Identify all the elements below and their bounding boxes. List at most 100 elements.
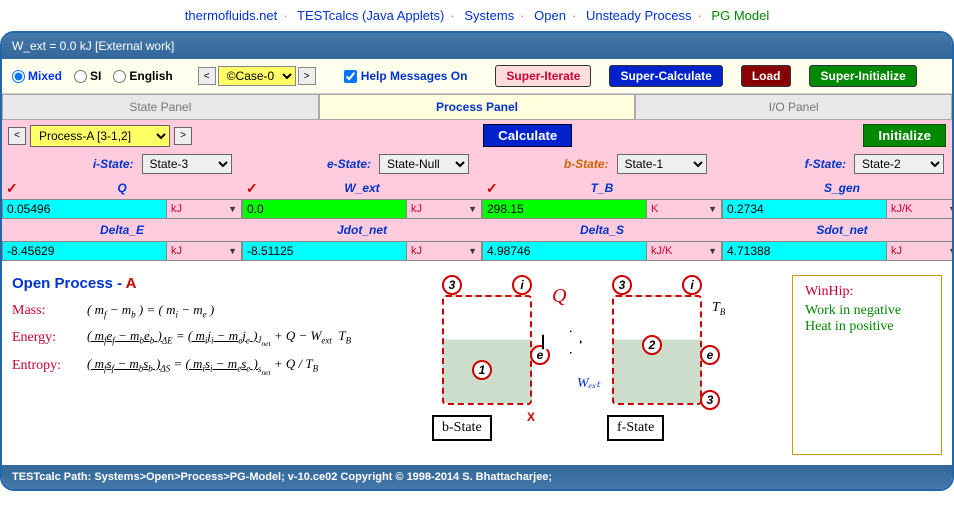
Delta_E-input[interactable]	[2, 241, 167, 261]
var-Delta_S: Delta_S kJ/K▼	[482, 219, 722, 261]
chevron-down-icon: ▼	[468, 246, 477, 256]
energy-equation: ( mfef − mbeb )ΔE = ( miji − meje )Jnet …	[87, 328, 351, 348]
node-3b-icon: 3	[612, 275, 632, 295]
breadcrumb: thermofluids.net· TESTcalcs (Java Applet…	[0, 0, 954, 31]
var-T_B: ✓T_B K▼	[482, 177, 722, 219]
check-icon: ✓	[486, 180, 498, 197]
chevron-down-icon: ▼	[948, 246, 954, 256]
node-eb-icon: e	[700, 345, 720, 365]
super-iterate-button[interactable]: Super-Iterate	[495, 65, 591, 87]
var-Jdot_net: Jdot_net kJ▼	[242, 219, 482, 261]
winhip-hint: WinHip: Work in negative Heat in positiv…	[792, 275, 942, 455]
check-icon: ✓	[246, 180, 258, 197]
mass-label: Mass:	[12, 303, 77, 319]
tab-state-panel[interactable]: State Panel	[2, 94, 319, 120]
node-i-icon: i	[512, 275, 532, 295]
Q-unit-select[interactable]: kJ▼	[167, 199, 242, 219]
f-state-select[interactable]: State-2	[854, 154, 944, 174]
S_gen-input[interactable]	[722, 199, 887, 219]
unit-radio-group: Mixed SI English	[12, 69, 173, 83]
super-initialize-button[interactable]: Super-Initialize	[809, 65, 916, 87]
bc-current: PG Model	[711, 8, 769, 23]
S_gen-unit-select[interactable]: kJ/K▼	[887, 199, 954, 219]
hint-line2: Heat in positive	[805, 319, 929, 335]
X-symbol: X	[527, 410, 535, 424]
node-3-icon: 3	[442, 275, 462, 295]
Jdot_net-unit-select[interactable]: kJ▼	[407, 241, 482, 261]
entropy-equation: ( mfsf − mbsb )ΔS = ( misi − mese )snet …	[87, 356, 318, 376]
chevron-down-icon: ▼	[228, 246, 237, 256]
super-calculate-button[interactable]: Super-Calculate	[609, 65, 722, 87]
node-ib-icon: i	[682, 275, 702, 295]
bc-link[interactable]: thermofluids.net	[185, 8, 278, 23]
diagram-title: Open Process - A	[12, 275, 402, 292]
unit-si-radio[interactable]: SI	[74, 69, 101, 83]
Sdot_net-unit-select[interactable]: kJ▼	[887, 241, 954, 261]
b-state-select[interactable]: State-1	[617, 154, 707, 174]
f-state-box: f-State	[607, 415, 664, 441]
TB-symbol: TB	[712, 300, 725, 317]
tab-process-panel[interactable]: Process Panel	[319, 94, 636, 120]
var-Q: ✓Q kJ▼	[2, 177, 242, 219]
process-next-button[interactable]: >	[174, 127, 192, 145]
case-select[interactable]: ©Case-0	[218, 66, 296, 86]
schematic-diagram: 3 i 1 e 3 i 2 e 3 Q Wₑₓₜ TB X b-State f-…	[412, 275, 782, 455]
case-prev-button[interactable]: <	[198, 67, 216, 85]
Jdot_net-input[interactable]	[242, 241, 407, 261]
e-state-label: e-State:	[327, 157, 371, 171]
case-next-button[interactable]: >	[298, 67, 316, 85]
help-messages-checkbox[interactable]: Help Messages On	[344, 69, 468, 83]
footer: TESTcalc Path: Systems>Open>Process>PG-M…	[2, 465, 952, 489]
toolbar: Mixed SI English < ©Case-0 > Help Messag…	[2, 59, 952, 94]
chevron-down-icon: ▼	[228, 204, 237, 214]
titlebar: W_ext = 0.0 kJ [External work]	[2, 33, 952, 59]
var-Delta_E: Delta_E kJ▼	[2, 219, 242, 261]
T_B-unit-select[interactable]: K▼	[647, 199, 722, 219]
load-button[interactable]: Load	[741, 65, 792, 87]
W_ext-input[interactable]	[242, 199, 407, 219]
entropy-label: Entropy:	[12, 358, 77, 374]
tab-io-panel[interactable]: I/O Panel	[635, 94, 952, 120]
bc-link[interactable]: TESTcalcs (Java Applets)	[297, 8, 444, 23]
node-1-icon: 1	[472, 360, 492, 380]
var-Sdot_net: Sdot_net kJ▼	[722, 219, 954, 261]
formula-panel: Open Process - A Mass: ( mf − mb ) = ( m…	[12, 275, 402, 455]
b-state-box: b-State	[432, 415, 492, 441]
T_B-input[interactable]	[482, 199, 647, 219]
f-state-label: f-State:	[805, 157, 846, 171]
i-state-select[interactable]: State-3	[142, 154, 232, 174]
unit-mixed-radio[interactable]: Mixed	[12, 69, 62, 83]
chevron-down-icon: ▼	[948, 204, 954, 214]
mass-equation: ( mf − mb ) = ( mi − me )	[87, 302, 214, 320]
node-2-icon: 2	[642, 335, 662, 355]
tank-b-icon	[442, 295, 532, 405]
initialize-button[interactable]: Initialize	[863, 124, 946, 147]
W_ext-unit-select[interactable]: kJ▼	[407, 199, 482, 219]
panel-tabs: State Panel Process Panel I/O Panel	[2, 94, 952, 120]
calculate-button[interactable]: Calculate	[483, 124, 572, 147]
bc-link[interactable]: Open	[534, 8, 566, 23]
process-prev-button[interactable]: <	[8, 127, 26, 145]
hint-title: WinHip:	[805, 284, 929, 300]
e-state-select[interactable]: State-Null	[379, 154, 469, 174]
hint-line1: Work in negative	[805, 303, 929, 319]
check-icon: ✓	[6, 180, 18, 197]
node-3c-icon: 3	[700, 390, 720, 410]
Delta_S-unit-select[interactable]: kJ/K▼	[647, 241, 722, 261]
Delta_S-input[interactable]	[482, 241, 647, 261]
chevron-down-icon: ▼	[708, 204, 717, 214]
unit-english-radio[interactable]: English	[113, 69, 172, 83]
diagram-area: Open Process - A Mass: ( mf − mb ) = ( m…	[2, 261, 952, 465]
Q-input[interactable]	[2, 199, 167, 219]
variable-grid: ✓Q kJ▼ ✓W_ext kJ▼ ✓T_B K▼ S_gen kJ/K▼ De…	[2, 177, 952, 261]
bc-link[interactable]: Unsteady Process	[586, 8, 692, 23]
bc-link[interactable]: Systems	[464, 8, 514, 23]
i-state-label: i-State:	[93, 157, 134, 171]
Sdot_net-input[interactable]	[722, 241, 887, 261]
energy-label: Energy:	[12, 330, 77, 346]
process-select[interactable]: Process-A [3-1,2]	[30, 125, 170, 147]
Delta_E-unit-select[interactable]: kJ▼	[167, 241, 242, 261]
chevron-down-icon: ▼	[708, 246, 717, 256]
app-container: W_ext = 0.0 kJ [External work] Mixed SI …	[0, 31, 954, 491]
Q-symbol: Q	[552, 285, 566, 308]
